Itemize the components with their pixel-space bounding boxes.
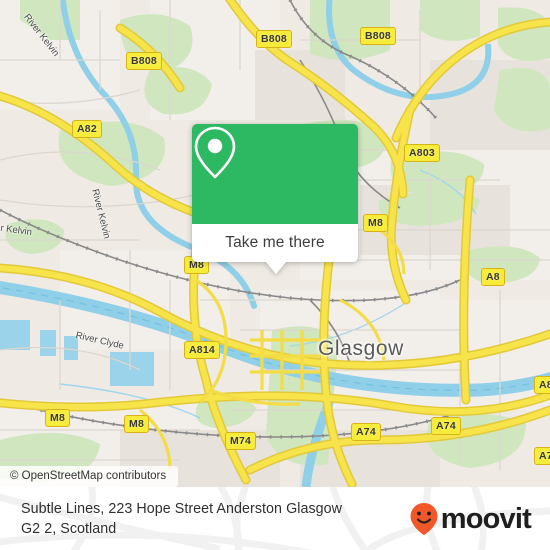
address-line-1: Subtle Lines, 223 Hope Street Anderston … (21, 500, 343, 517)
road-shield-m8[interactable]: M8 (124, 415, 149, 433)
place-callout[interactable]: Take me there (192, 124, 358, 274)
callout-action-bar[interactable]: Take me there (192, 224, 358, 262)
callout-tail (265, 261, 287, 274)
footer-content: Subtle Lines, 223 Hope Street Anderston … (0, 487, 550, 550)
location-pin-icon (194, 126, 236, 179)
road-shield-a74[interactable]: A74 (351, 423, 381, 441)
place-address: Subtle Lines, 223 Hope Street Anderston … (21, 499, 409, 539)
road-shield-m8[interactable]: M8 (45, 409, 70, 427)
road-shield-a7[interactable]: A7 (534, 447, 550, 465)
road-shield-m74[interactable]: M74 (225, 432, 257, 450)
road-shield-a803[interactable]: A803 (404, 144, 440, 162)
road-shield-a82[interactable]: A82 (72, 120, 102, 138)
road-shield-b808[interactable]: B808 (126, 52, 162, 70)
take-me-there-label: Take me there (225, 234, 325, 251)
road-shield-a8[interactable]: A8 (481, 268, 505, 286)
city-label-glasgow: Glasgow (318, 337, 404, 360)
map-canvas[interactable]: River Kelvin River Kelvin er Kelvin Rive… (0, 0, 550, 487)
map-share-card: River Kelvin River Kelvin er Kelvin Rive… (0, 0, 550, 550)
road-shield-a74[interactable]: A74 (431, 417, 461, 435)
road-shield-b808[interactable]: B808 (360, 27, 396, 45)
osm-attribution[interactable]: © OpenStreetMap contributors (0, 466, 179, 487)
road-shield-a814[interactable]: A814 (184, 341, 220, 359)
road-shield-m8[interactable]: M8 (363, 214, 388, 232)
footer-bar: Subtle Lines, 223 Hope Street Anderston … (0, 487, 550, 550)
road-shield-b808[interactable]: B808 (256, 30, 292, 48)
moovit-brand[interactable]: moovit (409, 502, 536, 536)
moovit-wordmark: moovit (440, 502, 532, 535)
address-line-2: G2 2, Scotland (21, 520, 117, 537)
road-shield-a8[interactable]: A8 (534, 376, 550, 394)
moovit-pin-smile-icon (410, 502, 438, 535)
callout-icon-area (192, 124, 358, 224)
